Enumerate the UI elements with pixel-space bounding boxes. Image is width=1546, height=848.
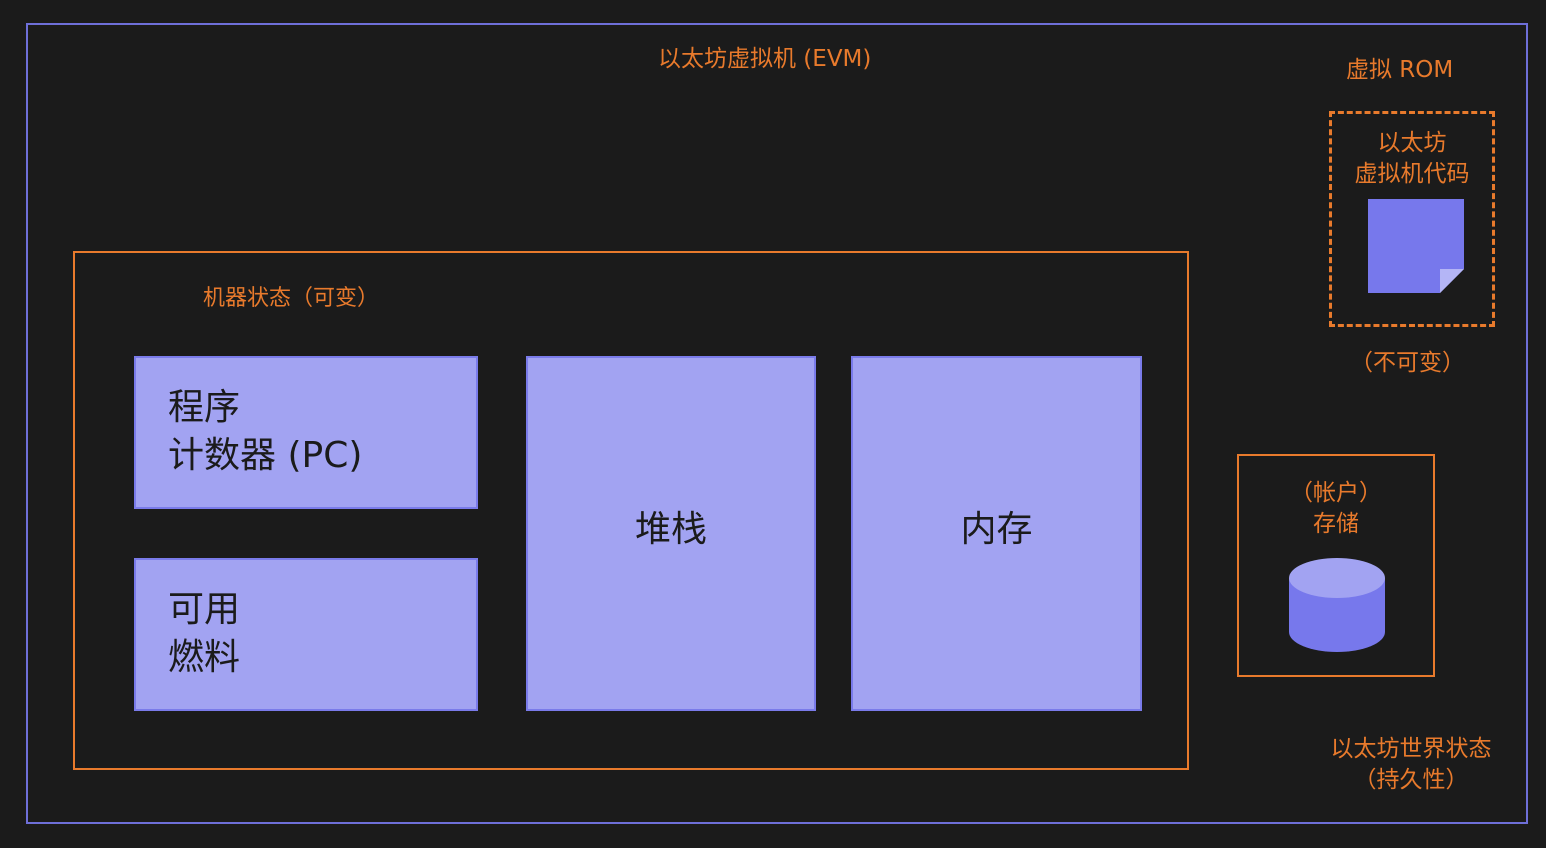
immutable-label: （不可变） xyxy=(1350,350,1465,376)
stack-label: 堆栈 xyxy=(634,509,707,550)
database-icon xyxy=(1289,558,1385,652)
memory-block: 内存 xyxy=(851,356,1142,711)
available-gas-block: 可用 燃料 xyxy=(134,558,478,711)
program-counter-line2: 计数器 (PC) xyxy=(168,435,363,476)
world-state-line2: （持久性） xyxy=(1353,767,1469,793)
memory-label: 内存 xyxy=(960,509,1033,550)
stack-block: 堆栈 xyxy=(526,356,816,711)
evm-diagram: 以太坊虚拟机 (EVM) 虚拟 ROM 以太坊 虚拟机代码 （不可变） 机器状态… xyxy=(0,0,1546,848)
virtual-rom-title: 虚拟 ROM xyxy=(1346,57,1454,83)
program-counter-block: 程序 计数器 (PC) xyxy=(134,356,478,509)
world-state-line1: 以太坊世界状态 xyxy=(1330,736,1492,762)
document-icon xyxy=(1368,199,1464,293)
storage-label: （帐户） 存储 xyxy=(1239,478,1433,540)
virtual-rom-box: 以太坊 虚拟机代码 xyxy=(1329,111,1495,327)
storage-label-line1: （帐户） xyxy=(1290,480,1382,506)
program-counter-line1: 程序 xyxy=(168,387,241,428)
storage-box: （帐户） 存储 xyxy=(1237,454,1435,677)
evm-code-label-line2: 虚拟机代码 xyxy=(1354,161,1470,187)
available-gas-line1: 可用 xyxy=(168,589,241,630)
evm-title: 以太坊虚拟机 (EVM) xyxy=(658,46,872,72)
storage-label-line2: 存储 xyxy=(1313,511,1359,537)
machine-state-label: 机器状态（可变） xyxy=(203,286,380,311)
evm-code-label-line1: 以太坊 xyxy=(1377,130,1447,156)
world-state-label: 以太坊世界状态 （持久性） xyxy=(1316,734,1506,796)
available-gas-line2: 燃料 xyxy=(168,637,241,678)
evm-code-label: 以太坊 虚拟机代码 xyxy=(1332,128,1492,190)
